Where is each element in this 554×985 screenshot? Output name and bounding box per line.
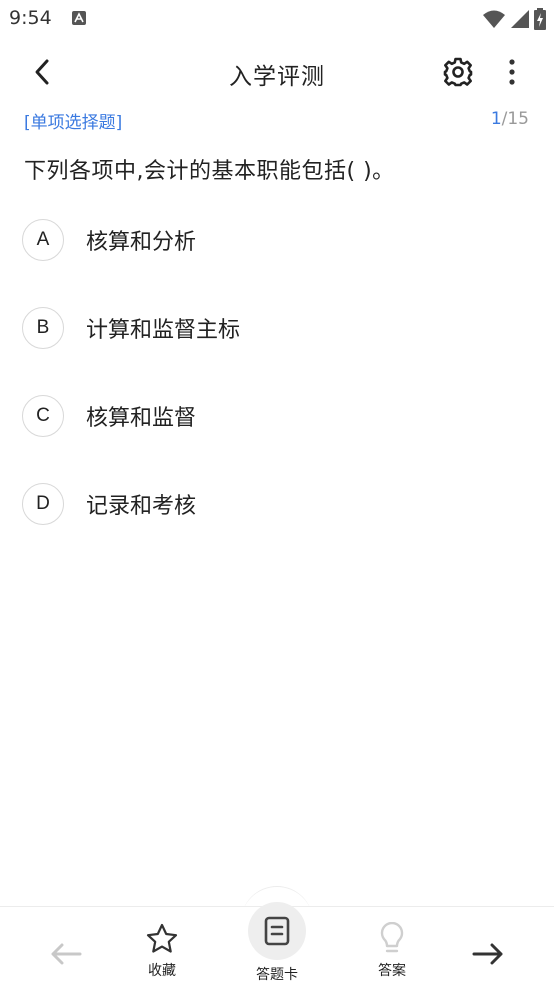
answer-card-label: 答题卡 bbox=[256, 967, 298, 983]
option-c[interactable]: C 核算和监督 bbox=[22, 392, 532, 440]
wifi-icon bbox=[483, 10, 505, 28]
question-type-label: [单项选择题] bbox=[24, 113, 123, 133]
show-answer-button[interactable]: 答案 bbox=[364, 922, 420, 980]
option-b[interactable]: B 计算和监督主标 bbox=[22, 304, 532, 352]
status-bar: 9:54 bbox=[0, 0, 554, 36]
option-text: 记录和考核 bbox=[86, 494, 197, 519]
option-text: 核算和分析 bbox=[86, 230, 197, 255]
option-letter: D bbox=[22, 483, 64, 525]
favorite-label: 收藏 bbox=[148, 963, 176, 979]
option-a[interactable]: A 核算和分析 bbox=[22, 216, 532, 264]
document-icon bbox=[264, 916, 290, 946]
option-letter: A bbox=[22, 219, 64, 261]
answer-card-icon-wrap bbox=[248, 902, 306, 960]
battery-charging-icon bbox=[534, 8, 546, 30]
total-questions: /15 bbox=[501, 109, 529, 129]
option-d[interactable]: D 记录和考核 bbox=[22, 480, 532, 528]
question-text: 下列各项中,会计的基本职能包括( )。 bbox=[24, 159, 395, 184]
back-button[interactable] bbox=[22, 54, 62, 90]
more-options-button[interactable] bbox=[494, 52, 530, 92]
star-icon bbox=[146, 923, 178, 953]
notification-a-icon bbox=[72, 11, 86, 25]
current-question-number: 1 bbox=[490, 109, 502, 129]
previous-question-button[interactable] bbox=[44, 936, 88, 972]
option-letter: C bbox=[22, 395, 64, 437]
arrow-left-icon bbox=[51, 943, 82, 965]
option-text: 核算和监督 bbox=[86, 406, 197, 431]
option-letter: B bbox=[22, 307, 64, 349]
next-question-button[interactable] bbox=[466, 936, 510, 972]
status-time: 9:54 bbox=[9, 7, 52, 29]
status-icons bbox=[482, 8, 546, 30]
question-progress: 1/15 bbox=[491, 109, 529, 129]
answer-card-button[interactable]: 答题卡 bbox=[246, 902, 308, 984]
favorite-button[interactable]: 收藏 bbox=[136, 922, 188, 980]
settings-button[interactable] bbox=[436, 52, 480, 92]
lightbulb-icon bbox=[380, 922, 404, 953]
gear-icon bbox=[443, 57, 473, 87]
arrow-right-icon bbox=[472, 943, 503, 965]
option-text: 计算和监督主标 bbox=[86, 318, 241, 343]
answer-label: 答案 bbox=[378, 963, 406, 979]
more-vertical-icon bbox=[509, 59, 515, 85]
back-arrow-icon bbox=[35, 59, 49, 85]
signal-icon bbox=[511, 10, 529, 28]
app-bar: 入学评测 bbox=[0, 44, 554, 100]
